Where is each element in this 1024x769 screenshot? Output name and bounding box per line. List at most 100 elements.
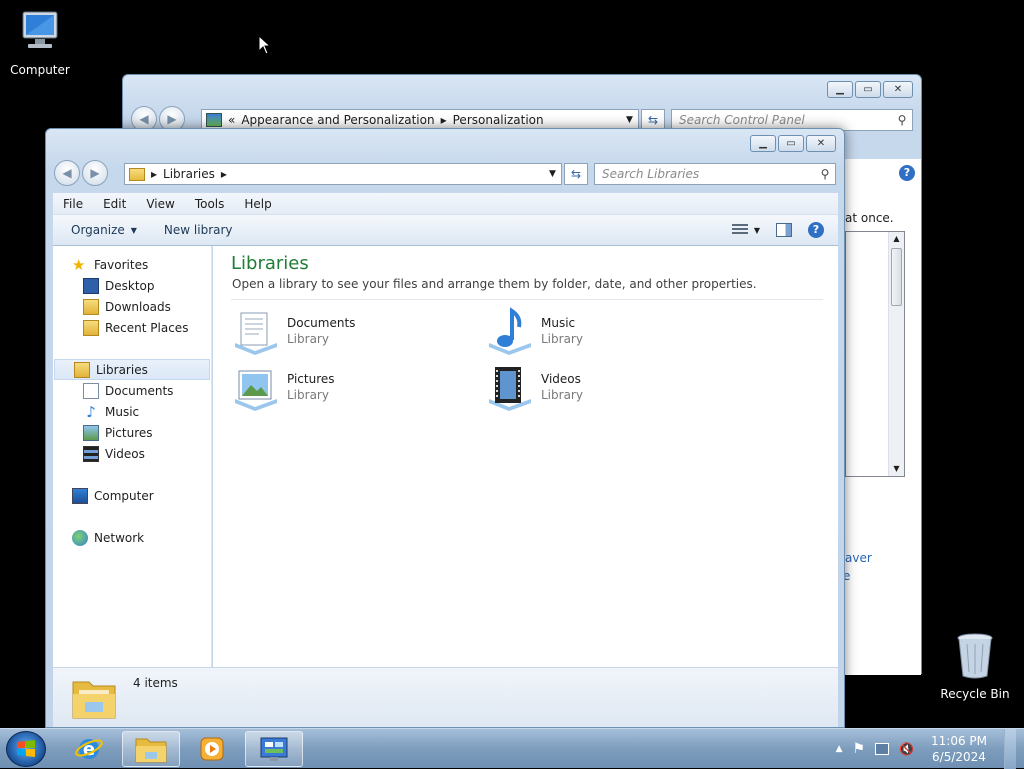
taskbar-internet-explorer[interactable]: e [60,731,118,767]
nav-label: Recent Places [105,320,189,335]
library-item-music[interactable]: Music Library [485,306,725,356]
maximize-button[interactable]: ▭ [778,135,804,152]
menu-bar: File Edit View Tools Help [53,193,838,215]
show-desktop-button[interactable] [1004,729,1016,769]
menu-help[interactable]: Help [234,197,281,211]
menu-view[interactable]: View [136,197,184,211]
documents-library-icon [235,312,277,355]
content-pane: Libraries Open a library to see your fil… [213,246,838,667]
description-text: at once. [845,211,894,225]
system-tray: ▲ ⚑ 🔇 11:06 PM 6/5/2024 [836,729,1024,769]
star-icon: ★ [72,255,86,274]
minimize-button[interactable]: ▁ [827,81,853,98]
theme-list-box[interactable]: ▲ ▼ [845,231,905,477]
breadcrumb-appearance[interactable]: Appearance and Personalization [241,113,434,127]
videos-icon [83,445,99,462]
start-button[interactable] [6,731,46,767]
scrollbar-thumb[interactable] [891,248,902,306]
network-status-icon[interactable] [875,743,890,755]
scrollbar[interactable]: ▲ ▼ [888,232,904,476]
back-button[interactable]: ◀ [54,160,80,186]
library-type: Library [541,388,583,402]
explorer-window[interactable]: ▁ ▭ ✕ ◀ ▶ ▸ Libraries ▸ ▼ ⇆ Search Libra… [45,128,845,728]
library-item-documents[interactable]: Documents Library [231,306,471,356]
page-title: Libraries [231,253,309,274]
chevron-right-icon: ▸ [440,113,447,127]
nav-label: Favorites [94,257,149,272]
nav-label: Libraries [96,362,148,377]
nav-libraries[interactable]: Libraries [54,359,210,380]
maximize-button[interactable]: ▭ [855,81,881,98]
chevron-down-icon: ▼ [130,225,137,235]
item-count: 4 items [133,676,178,690]
desktop-icon-computer[interactable]: Computer [0,8,80,77]
new-library-button[interactable]: New library [155,223,242,237]
taskbar-media-player[interactable] [183,731,241,767]
menu-file[interactable]: File [53,197,93,211]
action-center-flag-icon[interactable]: ⚑ [852,741,865,757]
library-item-pictures[interactable]: Pictures Library [231,362,471,412]
desktop-icon-recycle-bin[interactable]: Recycle Bin [935,632,1015,701]
nav-desktop[interactable]: Desktop [53,275,211,296]
nav-documents[interactable]: Documents [53,380,211,401]
control-panel-icon [206,113,222,127]
downloads-folder-icon [83,298,99,315]
chevron-right-icon[interactable]: ▸ [221,167,227,181]
computer-icon [0,8,80,59]
pictures-library-icon [235,370,277,411]
nav-label: Desktop [105,278,155,293]
close-button[interactable]: ✕ [806,135,836,152]
volume-muted-icon[interactable]: 🔇 [899,742,914,756]
taskbar: e ▲ ⚑ 🔇 11:06 PM 6/5/2024 [0,728,1024,769]
library-name: Music [541,316,576,330]
address-bar[interactable]: ▸ Libraries ▸ ▼ [124,163,562,185]
desktop-icon [83,277,99,294]
forward-button[interactable]: ▶ [82,160,108,186]
library-type: Library [287,332,329,346]
help-icon[interactable]: ? [808,222,824,238]
nav-label: Videos [105,446,145,461]
preview-pane-icon[interactable] [776,223,792,237]
clock-time: 11:06 PM [931,734,987,748]
breadcrumb-personalization[interactable]: Personalization [453,113,544,127]
breadcrumb-libraries[interactable]: Libraries [163,167,215,181]
search-input[interactable]: Search Libraries ⚲ [594,163,836,185]
search-icon[interactable]: ⚲ [892,113,912,127]
chevron-down-icon[interactable]: ▼ [620,115,638,125]
chevron-down-icon[interactable]: ▼ [543,169,561,179]
chevron-up-icon[interactable]: ▲ [889,232,904,246]
nav-computer[interactable]: Computer [53,485,211,506]
show-hidden-icons-button[interactable]: ▲ [836,744,843,754]
nav-label: Music [105,404,140,419]
minimize-button[interactable]: ▁ [750,135,776,152]
search-placeholder: Search Libraries [602,167,700,181]
organize-label: Organize [71,223,125,237]
change-view-button[interactable]: ▼ [731,224,760,236]
menu-tools[interactable]: Tools [185,197,235,211]
nav-pictures[interactable]: Pictures [53,422,211,443]
nav-network[interactable]: Network [53,527,211,548]
nav-recent-places[interactable]: Recent Places [53,317,211,338]
nav-music[interactable]: ♪ Music [53,401,211,422]
internet-explorer-icon: e [75,739,103,760]
search-placeholder: Search Control Panel [679,113,805,127]
clock[interactable]: 11:06 PM 6/5/2024 [924,733,994,765]
breadcrumb-overflow[interactable]: « [228,113,235,127]
nav-favorites[interactable]: ★ Favorites [53,254,211,275]
control-panel-icon [260,737,288,761]
organize-button[interactable]: Organize ▼ [62,223,146,237]
chevron-down-icon[interactable]: ▼ [889,462,904,476]
taskbar-control-panel[interactable] [245,731,303,767]
taskbar-windows-explorer[interactable] [122,731,180,767]
library-item-videos[interactable]: Videos Library [485,362,725,412]
screen-saver-link[interactable]: aver [845,551,872,565]
search-icon[interactable]: ⚲ [815,167,835,181]
menu-edit[interactable]: Edit [93,197,136,211]
nav-label: Downloads [105,299,171,314]
nav-downloads[interactable]: Downloads [53,296,211,317]
nav-label: Computer [94,488,154,503]
close-button[interactable]: ✕ [883,81,913,98]
refresh-button[interactable]: ⇆ [564,163,588,185]
help-icon[interactable]: ? [899,165,915,181]
nav-videos[interactable]: Videos [53,443,211,464]
